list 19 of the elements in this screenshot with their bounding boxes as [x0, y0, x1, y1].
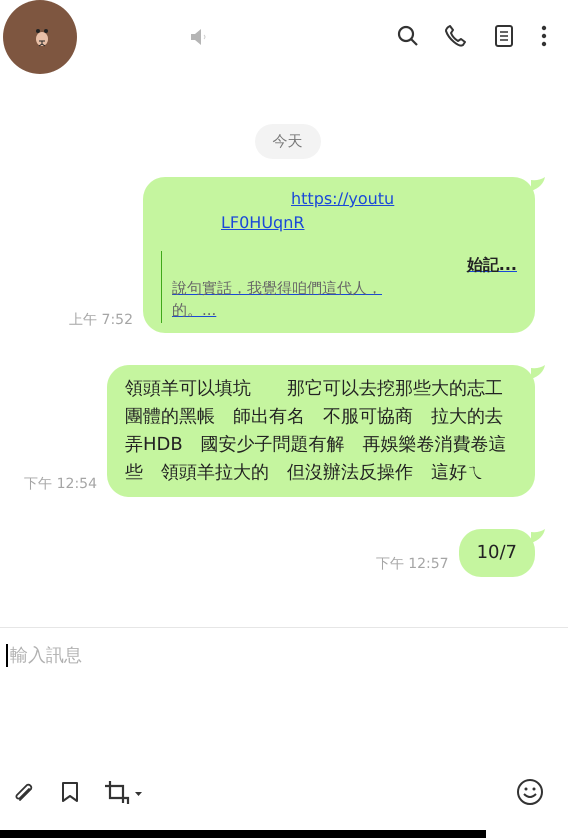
search-icon[interactable] [396, 24, 420, 48]
preview-text: 說句實話，我覺得咱們這代人， [172, 278, 382, 299]
message-time: 上午 7:52 [69, 311, 133, 329]
more-icon[interactable] [540, 24, 548, 48]
emoji-icon[interactable] [516, 778, 544, 806]
message-text: 10/7 [476, 541, 517, 565]
phone-icon[interactable] [444, 24, 468, 48]
link-preview[interactable]: 始記... 說句實話，我覺得咱們這代人， 的。... [161, 251, 517, 323]
crop-icon[interactable] [104, 780, 142, 804]
avatar-icon[interactable] [3, 0, 77, 74]
preview-title: 始記... [466, 254, 517, 276]
message-text: 領頭羊可以填坑 那它可以去挖那些大的志工團體的黑帳 師出有名 不服可協商 拉大的去弄HDB 國安少子問題有解 再娛樂卷消費卷這些 領頭羊拉大的 但沒辦法反操作 這好ㄟ [125, 377, 508, 485]
preview-text: 的。... [172, 300, 216, 321]
date-label: 今天 [254, 124, 320, 159]
link[interactable]: https://youtu [291, 187, 394, 211]
message-time: 下午 12:57 [376, 555, 449, 573]
message-time: 下午 12:54 [24, 475, 97, 493]
link[interactable]: LF0HUqnR [221, 211, 304, 235]
notes-icon[interactable] [492, 24, 516, 48]
